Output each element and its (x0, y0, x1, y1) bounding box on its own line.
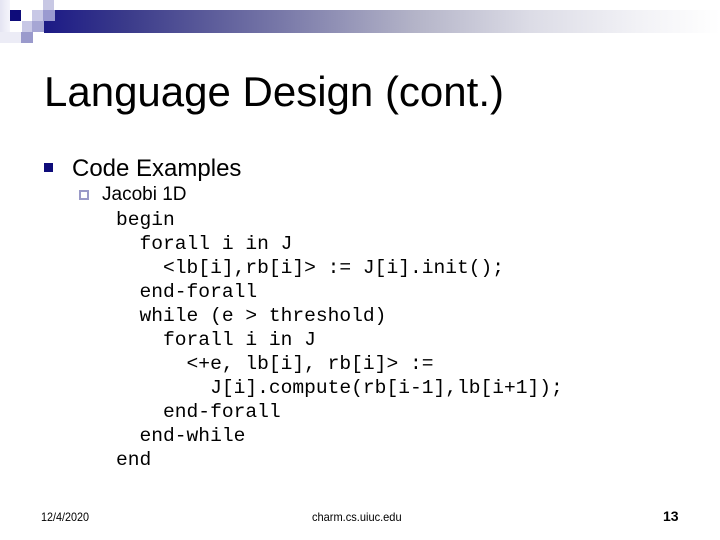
code-line: begin (116, 209, 175, 231)
code-line: end-while (116, 425, 246, 447)
title-gradient-bar (44, 10, 720, 33)
footer-url: charm.cs.uiuc.edu (312, 510, 402, 524)
footer-date: 12/4/2020 (41, 510, 90, 524)
code-line: end (116, 449, 152, 471)
page-number: 13 (663, 508, 679, 524)
slide-title: Language Design (cont.) (44, 68, 504, 115)
bullet-code-examples: Code Examples (72, 155, 242, 182)
code-line: forall i in J (116, 329, 316, 351)
filled-square-bullet-icon (44, 163, 53, 172)
slide: Language Design (cont.) Code Examples Ja… (0, 0, 720, 540)
corner-decoration-square (43, 0, 54, 10)
corner-decoration-square (21, 32, 33, 43)
hollow-square-bullet-icon (79, 190, 89, 200)
sub-bullet-jacobi-1d: Jacobi 1D (102, 184, 187, 205)
corner-decoration-square (10, 10, 21, 21)
corner-decoration-square (32, 21, 44, 32)
code-line: J[i].compute(rb[i-1],lb[i+1]); (116, 377, 563, 399)
code-line: <+e, lb[i], rb[i]> := (116, 353, 434, 375)
code-line: end-forall (116, 281, 258, 303)
code-line: <lb[i],rb[i]> := J[i].init(); (116, 257, 505, 279)
corner-decoration-square (0, 32, 21, 43)
code-line: while (e > threshold) (116, 305, 387, 327)
corner-decoration-square (43, 10, 55, 21)
code-line: forall i in J (116, 233, 293, 255)
code-block: begin forall i in J <lb[i],rb[i]> := J[i… (116, 208, 563, 472)
code-line: end-forall (116, 401, 281, 423)
